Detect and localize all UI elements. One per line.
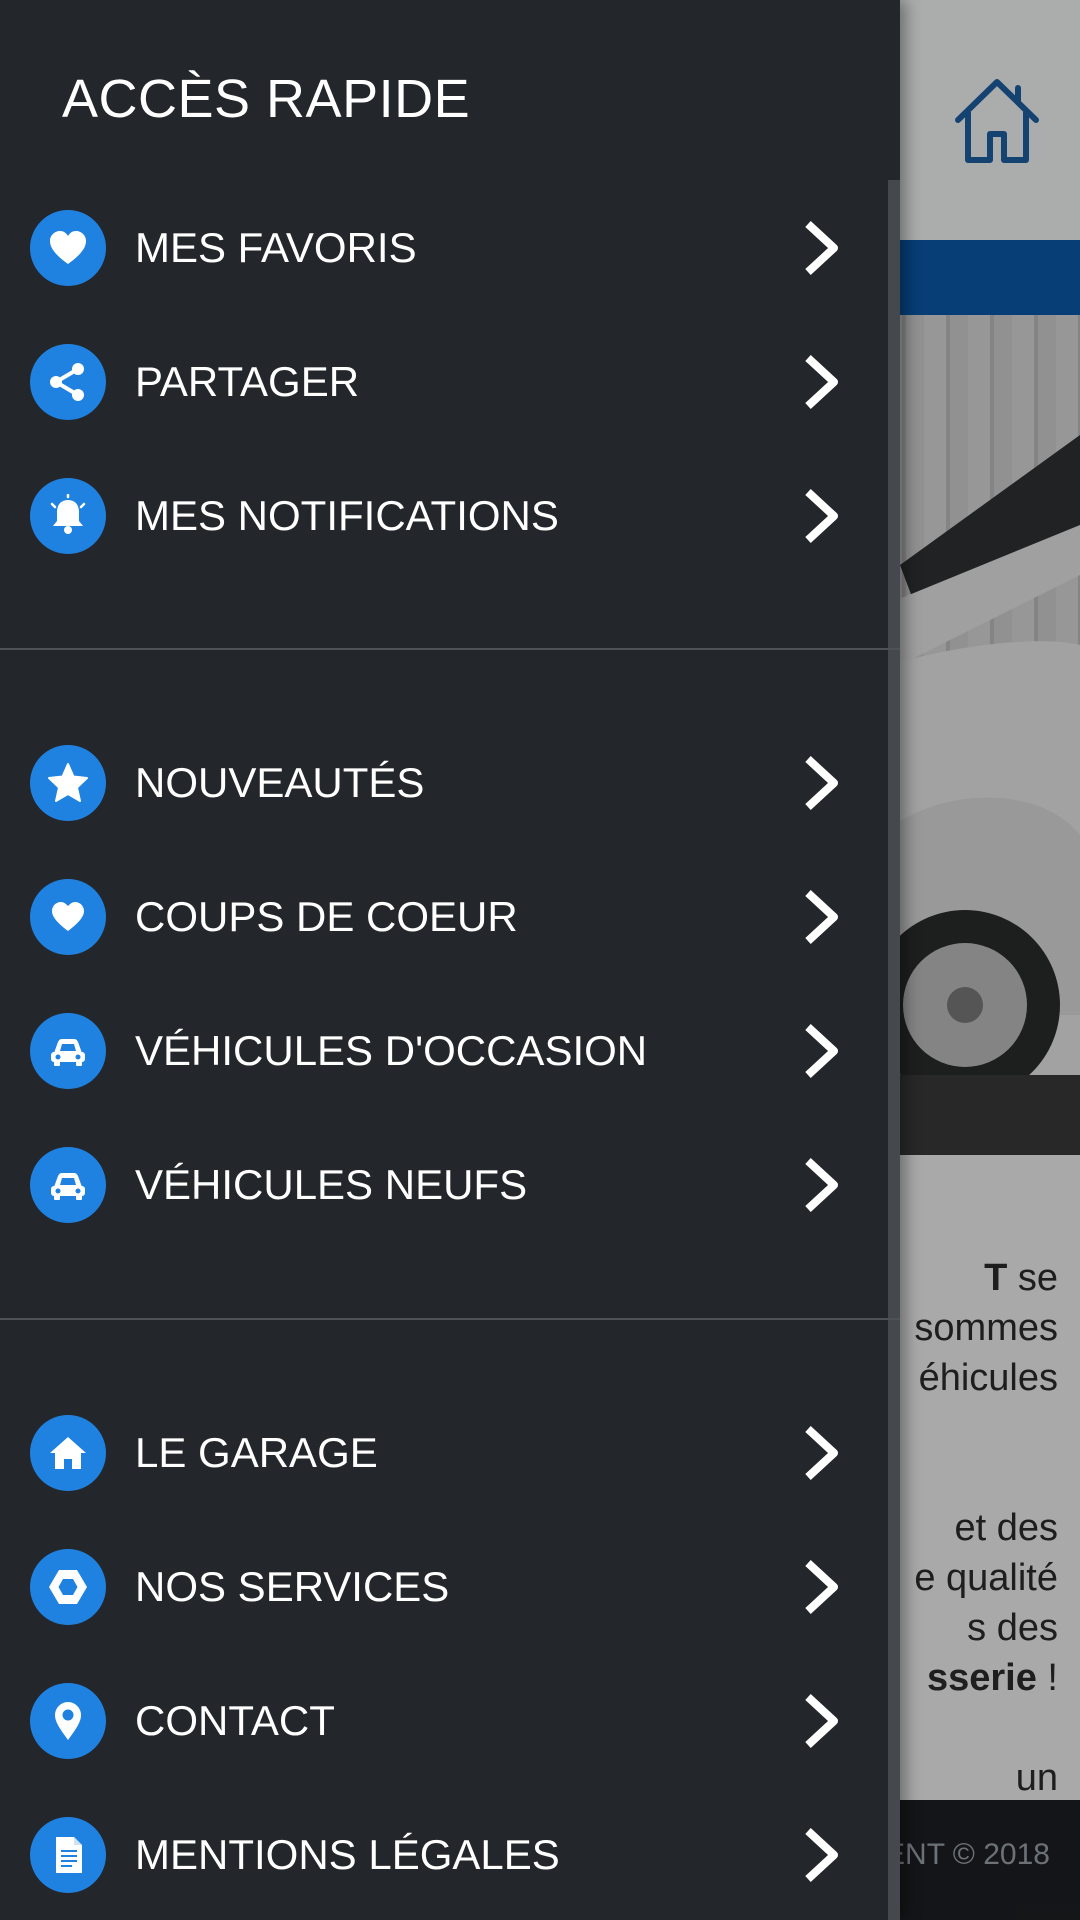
chevron-right-icon — [805, 1158, 838, 1212]
drawer-title: ACCÈS RAPIDE — [62, 69, 471, 129]
car-icon — [30, 1013, 106, 1089]
heart-icon — [30, 210, 106, 286]
chevron-right-icon — [805, 890, 838, 944]
menu-item-label: MENTIONS LÉGALES — [135, 1831, 560, 1878]
menu-item-partager[interactable]: PARTAGER — [0, 322, 880, 442]
menu-item-label: CONTACT — [135, 1697, 335, 1744]
bell-icon — [30, 478, 106, 554]
chevron-right-icon — [805, 489, 838, 543]
chevron-right-icon — [805, 1828, 838, 1882]
menu-item-label: VÉHICULES NEUFS — [135, 1161, 528, 1208]
menu-item-label: NOS SERVICES — [135, 1563, 450, 1610]
menu-item-mes-favoris[interactable]: MES FAVORIS — [0, 188, 880, 308]
menu-item-contact[interactable]: CONTACT — [0, 1661, 880, 1781]
chevron-right-icon — [805, 1426, 838, 1480]
chevron-right-icon — [805, 1694, 838, 1748]
scrollbar[interactable] — [888, 180, 900, 1920]
chevron-right-icon — [805, 221, 838, 275]
divider — [0, 1318, 900, 1320]
location-pin-icon — [30, 1683, 106, 1759]
menu-item-label: MES NOTIFICATIONS — [135, 492, 559, 539]
menu-item-vehicules-neufs[interactable]: VÉHICULES NEUFS — [0, 1125, 880, 1245]
menu-item-label: COUPS DE COEUR — [135, 893, 518, 940]
house-icon — [30, 1415, 106, 1491]
divider — [0, 648, 900, 650]
menu-item-label: PARTAGER — [135, 358, 360, 405]
chevron-right-icon — [805, 355, 838, 409]
share-icon — [30, 344, 106, 420]
menu-item-mentions-legales[interactable]: MENTIONS LÉGALES — [0, 1795, 880, 1915]
menu-item-label: MES FAVORIS — [135, 224, 417, 271]
star-icon — [30, 745, 106, 821]
menu-item-label: VÉHICULES D'OCCASION — [135, 1027, 648, 1074]
menu-item-label: LE GARAGE — [135, 1429, 378, 1476]
menu-item-nouveautes[interactable]: NOUVEAUTÉS — [0, 723, 880, 843]
chevron-right-icon — [805, 1560, 838, 1614]
hexagon-icon — [30, 1549, 106, 1625]
navigation-drawer: ACCÈS RAPIDE MES FAVORIS PARTAGER MES NO… — [0, 0, 900, 1920]
menu-item-vehicules-occasion[interactable]: VÉHICULES D'OCCASION — [0, 991, 880, 1111]
menu-item-mes-notifications[interactable]: MES NOTIFICATIONS — [0, 456, 880, 576]
chevron-right-icon — [805, 756, 838, 810]
chevron-right-icon — [805, 1024, 838, 1078]
heart-icon — [30, 879, 106, 955]
menu-item-label: NOUVEAUTÉS — [135, 759, 425, 806]
car-icon — [30, 1147, 106, 1223]
menu-item-nos-services[interactable]: NOS SERVICES — [0, 1527, 880, 1647]
menu-item-coups-de-coeur[interactable]: COUPS DE COEUR — [0, 857, 880, 977]
document-icon — [30, 1817, 106, 1893]
menu-item-le-garage[interactable]: LE GARAGE — [0, 1393, 880, 1513]
